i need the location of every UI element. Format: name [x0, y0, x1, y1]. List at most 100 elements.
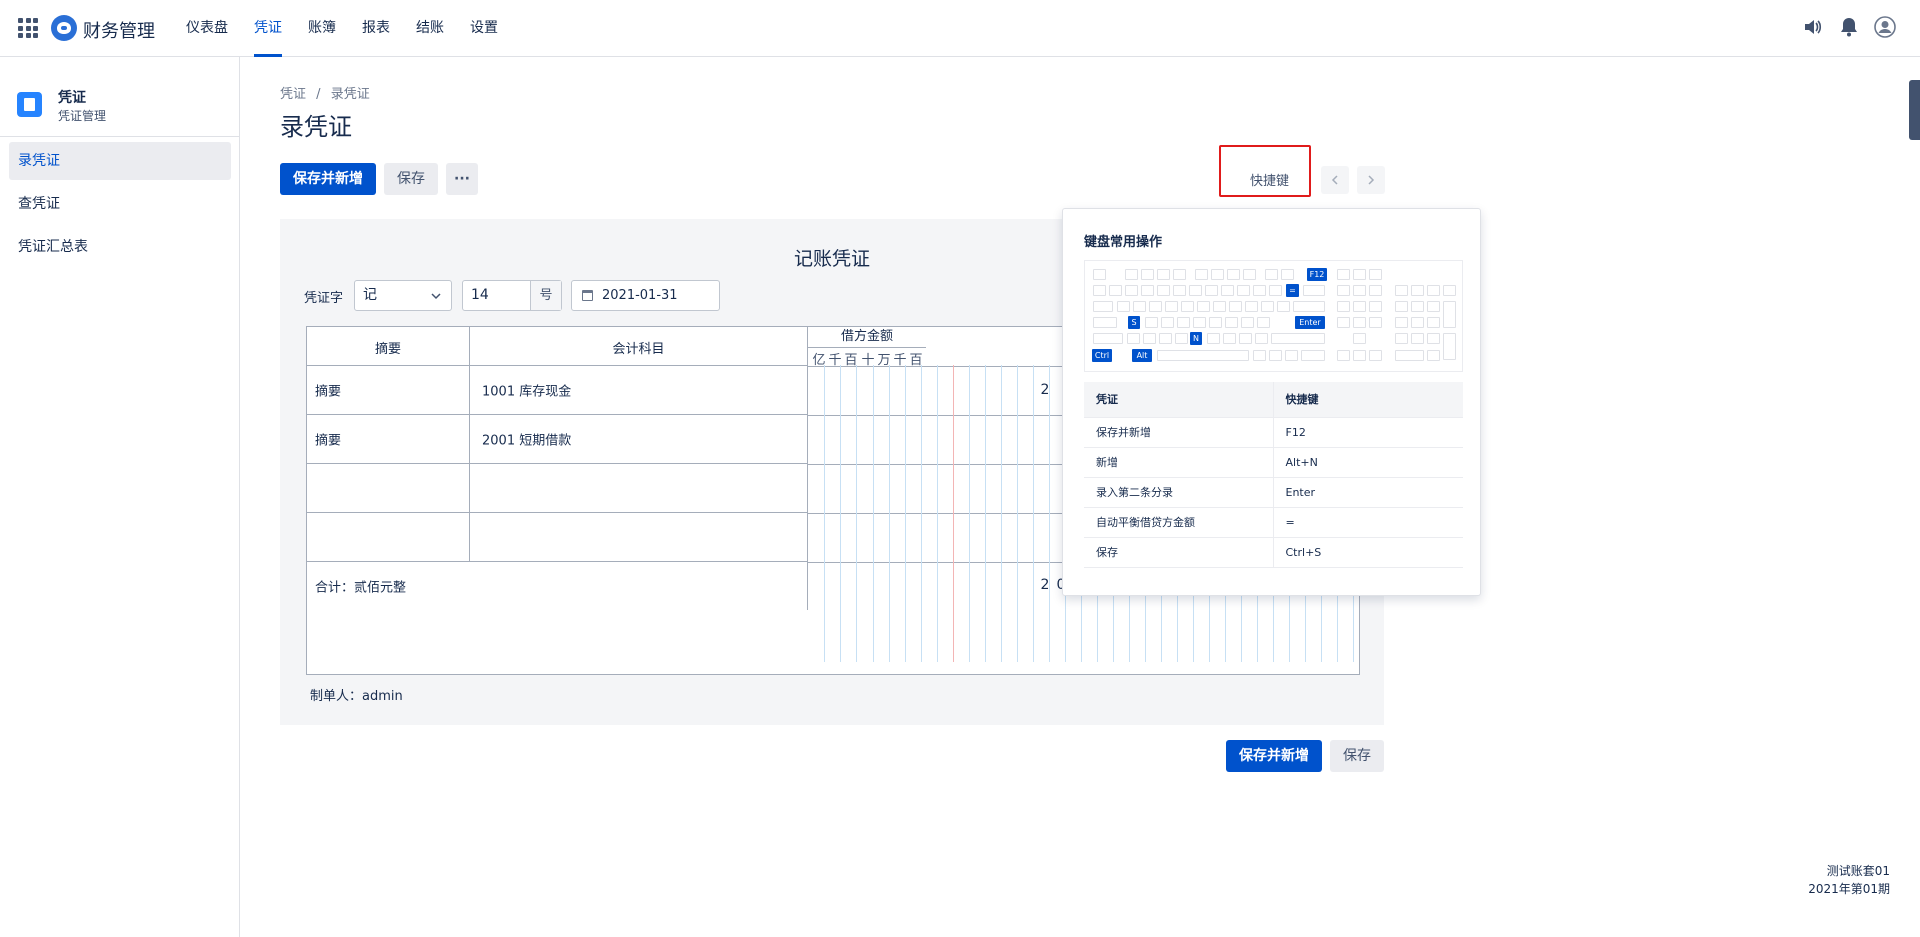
keyboard-key [1337, 285, 1350, 296]
keyboard-key [1369, 285, 1382, 296]
shortcut-button[interactable]: 快捷键 [1250, 170, 1289, 189]
chevron-down-icon [431, 293, 441, 300]
shortcut-table-header: 凭证 快捷键 [1084, 382, 1463, 418]
table-row-4-summary[interactable] [307, 513, 470, 562]
row-2-account-text: 2001 短期借款 [482, 433, 572, 449]
bottom-save-button[interactable]: 保存 [1330, 740, 1384, 772]
row-2-summary-text: 摘要 [315, 433, 342, 449]
save-button[interactable]: 保存 [384, 163, 438, 195]
key-n: N [1190, 332, 1202, 345]
voucher-number-value: 14 [471, 287, 489, 303]
keyboard-key [1159, 333, 1172, 344]
table-row-4-account[interactable] [470, 513, 808, 562]
keyboard-key [1265, 269, 1278, 280]
keyboard-key [1197, 301, 1210, 312]
digit-column-line [1017, 365, 1018, 662]
numpad-key [1427, 333, 1440, 344]
keyboard-key [1271, 333, 1325, 344]
nav-item-ledgers[interactable]: 账簿 [308, 0, 336, 57]
table-row: 保存 Ctrl+S [1084, 537, 1463, 568]
digit-column-line [905, 365, 906, 662]
nav-item-reports[interactable]: 报表 [362, 0, 390, 57]
nav-item-dashboard[interactable]: 仪表盘 [186, 0, 228, 57]
bell-icon[interactable] [1838, 16, 1860, 38]
nav-item-settings[interactable]: 设置 [470, 0, 498, 57]
app-switcher-icon[interactable] [18, 18, 38, 38]
keyboard-key [1269, 285, 1282, 296]
key-ctrl: Ctrl [1092, 349, 1112, 362]
previous-voucher-button[interactable] [1321, 166, 1349, 194]
keyboard-key [1093, 301, 1113, 312]
table-row-1-summary[interactable]: 摘要 [307, 366, 470, 415]
shortcut-action: 录入第二条分录 [1084, 477, 1274, 508]
breadcrumb-link-vouchers[interactable]: 凭证 [280, 87, 306, 102]
user-icon[interactable] [1874, 16, 1896, 38]
sidebar-item-voucher-summary[interactable]: 凭证汇总表 [9, 228, 231, 266]
digit-column-line [985, 365, 986, 662]
table-row-2-summary[interactable]: 摘要 [307, 415, 470, 464]
shortcut-action: 新增 [1084, 447, 1274, 478]
save-and-new-button[interactable]: 保存并新增 [280, 163, 376, 195]
shortcut-col-action: 凭证 [1084, 382, 1274, 418]
header-summary: 摘要 [374, 342, 401, 357]
keyboard-key [1253, 350, 1266, 361]
shortcut-action: 保存并新增 [1084, 417, 1274, 448]
sidebar-item-enter-voucher[interactable]: 录凭证 [9, 142, 231, 180]
voucher-maker: 制单人：admin [310, 689, 403, 704]
voucher-number-field[interactable]: 14 号 [462, 280, 562, 311]
voucher-word-value: 记 [363, 287, 377, 303]
shortcut-key: Enter [1273, 477, 1463, 508]
digit-column-line [937, 365, 938, 662]
table-row-2-account[interactable]: 2001 短期借款 [470, 415, 808, 464]
keyboard-key [1239, 333, 1252, 344]
numpad-key [1411, 333, 1424, 344]
keyboard-key [1261, 301, 1274, 312]
keyboard-key [1223, 333, 1236, 344]
keyboard-key [1281, 269, 1294, 280]
numpad-key [1411, 317, 1424, 328]
voucher-date-picker[interactable]: 2021-01-31 [571, 280, 720, 311]
numpad-key [1443, 333, 1456, 360]
sidebar-subtitle: 凭证管理 [58, 109, 107, 123]
breadcrumb-current: 录凭证 [330, 87, 370, 102]
total-label: 合计：贰佰元整 [315, 580, 407, 596]
keyboard-key [1213, 301, 1226, 312]
table-row: 自动平衡借贷方金额 = [1084, 507, 1463, 538]
table-row-1-account[interactable]: 1001 库存现金 [470, 366, 808, 415]
bottom-save-and-new-button[interactable]: 保存并新增 [1226, 740, 1322, 772]
numpad-key [1443, 301, 1456, 328]
numpad-key [1395, 350, 1424, 361]
next-voucher-button[interactable] [1357, 166, 1385, 194]
sidebar-title: 凭证 [58, 90, 86, 106]
digit-column-line [921, 365, 922, 662]
keyboard-key [1125, 269, 1138, 280]
shortcut-table: 凭证 快捷键 保存并新增 F12 新增 Alt+N 录入第二条分录 Enter … [1084, 382, 1463, 568]
keyboard-key [1125, 285, 1138, 296]
voucher-icon [17, 92, 42, 117]
sidebar-item-query-voucher[interactable]: 查凭证 [9, 185, 231, 223]
more-actions-button[interactable]: ··· [446, 163, 478, 195]
keyboard-key [1353, 269, 1366, 280]
header-summary-cell: 摘要 [307, 327, 470, 366]
keyboard-key [1227, 269, 1240, 280]
header-account-cell: 会计科目 [470, 327, 808, 366]
volume-icon[interactable] [1802, 16, 1824, 38]
voucher-word-select[interactable]: 记 [354, 280, 452, 311]
numpad-key [1395, 317, 1408, 328]
keyboard-key [1181, 301, 1194, 312]
key-equals: = [1286, 284, 1299, 297]
digit-column-line [969, 365, 970, 662]
calendar-icon [582, 290, 593, 301]
nav-item-closing[interactable]: 结账 [416, 0, 444, 57]
keyboard-key [1353, 301, 1366, 312]
nav-item-vouchers[interactable]: 凭证 [254, 0, 282, 57]
breadcrumb: 凭证 / 录凭证 [280, 83, 376, 102]
sidebar-header: 凭证 凭证管理 [0, 57, 239, 137]
table-row-3-account[interactable] [470, 464, 808, 513]
table-row-3-summary[interactable] [307, 464, 470, 513]
keyboard-key [1211, 269, 1224, 280]
keyboard-key [1255, 333, 1268, 344]
keyboard-key [1237, 285, 1250, 296]
side-drawer-handle[interactable] [1909, 80, 1920, 140]
keyboard-key [1353, 285, 1366, 296]
